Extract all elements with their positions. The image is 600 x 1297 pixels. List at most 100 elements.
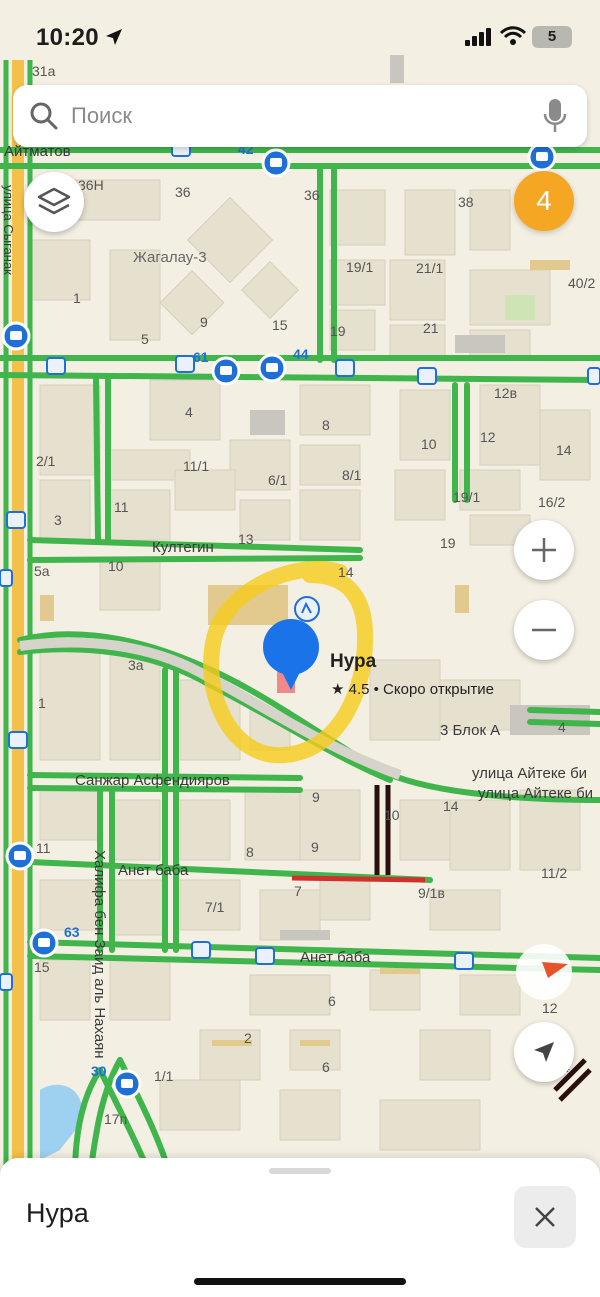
svg-text:12: 12 — [542, 1000, 558, 1016]
svg-text:3: 3 — [54, 512, 62, 528]
svg-text:16/2: 16/2 — [538, 494, 565, 510]
search-bar[interactable] — [13, 85, 587, 147]
zoom-out-button[interactable] — [514, 600, 574, 660]
svg-text:1/1: 1/1 — [154, 1068, 174, 1084]
my-location-button[interactable] — [514, 1022, 574, 1082]
svg-text:15: 15 — [34, 959, 50, 975]
svg-text:21: 21 — [423, 320, 439, 336]
mic-icon[interactable] — [543, 99, 567, 133]
svg-text:19/1: 19/1 — [346, 259, 373, 275]
svg-text:9: 9 — [312, 789, 320, 805]
minus-icon — [532, 628, 556, 632]
svg-text:11: 11 — [36, 840, 51, 856]
cellular-signal-icon — [465, 28, 491, 46]
navigation-arrow-icon — [534, 1042, 554, 1062]
svg-text:19: 19 — [440, 535, 456, 551]
route-63: 63 — [64, 924, 80, 940]
map-place-name[interactable]: Нура — [330, 651, 376, 673]
svg-text:7: 7 — [294, 883, 302, 899]
label-syganak: улица Сыганак — [1, 185, 16, 275]
bus-stop-icon[interactable] — [211, 356, 241, 386]
svg-text:36: 36 — [304, 187, 320, 203]
svg-text:8: 8 — [246, 844, 254, 860]
search-input[interactable] — [71, 95, 531, 137]
svg-text:17п: 17п — [104, 1111, 127, 1127]
label-anet-baba: Анет баба — [118, 862, 189, 879]
bus-stop-icon[interactable] — [5, 841, 35, 871]
svg-text:11/2: 11/2 — [541, 865, 567, 881]
route-44: 44 — [293, 346, 309, 362]
home-indicator — [194, 1278, 406, 1285]
svg-text:21/1: 21/1 — [416, 260, 443, 276]
svg-text:8: 8 — [322, 417, 330, 433]
svg-text:12в: 12в — [494, 385, 517, 401]
svg-text:13: 13 — [238, 531, 254, 547]
search-icon — [30, 102, 58, 130]
svg-text:1: 1 — [73, 290, 81, 306]
svg-text:9: 9 — [311, 839, 319, 855]
label-khalifa: Халифа бен Заид аль Нахаян — [91, 850, 108, 1059]
label-sanzhar: Санжар Асфендияров — [75, 772, 230, 789]
close-button[interactable] — [514, 1186, 576, 1248]
bus-stop-icon[interactable] — [257, 353, 287, 383]
map-place-rating: ★ 4.5 • Скоро открытие — [331, 681, 494, 698]
svg-text:38: 38 — [458, 194, 474, 210]
route-61: 61 — [193, 349, 209, 365]
playground-icon[interactable] — [294, 596, 320, 622]
svg-text:1: 1 — [38, 695, 46, 711]
bus-stop-icon[interactable] — [1, 321, 31, 351]
svg-text:14: 14 — [338, 564, 354, 580]
zoom-in-button[interactable] — [514, 520, 574, 580]
label-aiteke-1: улица Айтеке би — [472, 765, 587, 782]
svg-text:5а: 5а — [34, 563, 50, 579]
svg-text:11: 11 — [114, 499, 129, 515]
svg-text:15: 15 — [272, 317, 288, 333]
label-block-a: 3 Блок А — [440, 722, 500, 739]
route-30: 30 — [91, 1063, 107, 1079]
svg-text:14: 14 — [443, 798, 459, 814]
label-kultegin: Култегин — [152, 539, 214, 556]
map-view[interactable]: Айтматов Култегин Санжар Асфендияров Ане… — [0, 0, 600, 1175]
bus-stop-icon[interactable] — [261, 148, 291, 178]
layers-button[interactable] — [24, 172, 84, 232]
sheet-grabber[interactable] — [269, 1168, 331, 1174]
svg-text:3а: 3а — [128, 657, 144, 673]
svg-text:9: 9 — [200, 314, 208, 330]
sheet-title: Нура — [26, 1198, 89, 1228]
svg-text:9/1в: 9/1в — [418, 885, 445, 901]
close-icon — [535, 1207, 555, 1227]
svg-text:4: 4 — [185, 404, 193, 420]
battery-indicator: 5 — [532, 26, 572, 48]
svg-text:11/1: 11/1 — [183, 458, 209, 474]
traffic-level-badge[interactable]: 4 — [514, 171, 574, 231]
svg-text:10: 10 — [421, 436, 437, 452]
bus-stop-icon[interactable] — [29, 928, 59, 958]
bus-stop-icon[interactable] — [112, 1069, 142, 1099]
wifi-icon — [500, 26, 526, 45]
status-bar: 10:20 5 — [0, 0, 600, 76]
status-time: 10:20 — [36, 24, 99, 51]
bus-stop-icon[interactable] — [527, 142, 557, 172]
svg-text:8/1: 8/1 — [342, 467, 362, 483]
plus-icon — [532, 538, 556, 562]
svg-text:2/1: 2/1 — [36, 453, 56, 469]
svg-text:19: 19 — [330, 323, 346, 339]
label-aiteke-2: улица Айтеке би — [478, 785, 593, 802]
compass-icon[interactable] — [516, 944, 572, 1000]
svg-text:19/1: 19/1 — [453, 489, 480, 505]
svg-text:6/1: 6/1 — [268, 472, 288, 488]
park — [505, 295, 535, 320]
label-zhagalau: Жагалау-3 — [133, 249, 207, 266]
location-arrow-icon — [106, 29, 122, 45]
label-anet-baba-2: Анет баба — [300, 949, 371, 966]
place-bottom-sheet[interactable]: Нура — [0, 1158, 600, 1297]
svg-text:6: 6 — [328, 993, 336, 1009]
svg-text:36: 36 — [175, 184, 191, 200]
svg-text:7/1: 7/1 — [205, 899, 225, 915]
layers-icon — [37, 187, 71, 215]
svg-text:6: 6 — [322, 1059, 330, 1075]
svg-text:10: 10 — [384, 807, 400, 823]
svg-text:14: 14 — [556, 442, 572, 458]
svg-text:4: 4 — [558, 719, 566, 735]
svg-text:40/2: 40/2 — [568, 275, 595, 291]
